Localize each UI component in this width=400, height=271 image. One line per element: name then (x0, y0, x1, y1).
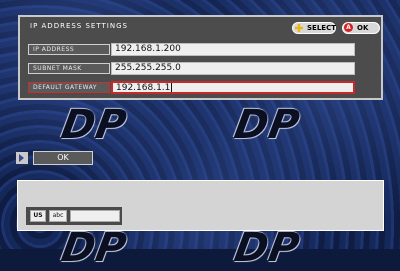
logo-dp-bottom-right: DP (230, 225, 304, 271)
select-hint-button[interactable]: SELECT (292, 22, 336, 34)
logo-dp-left: DP (57, 102, 131, 148)
dpad-icon (295, 24, 303, 32)
ok-hint-label: OK (357, 24, 369, 32)
ip-address-label: IP ADDRESS (28, 44, 110, 55)
ok-button[interactable]: OK (33, 151, 93, 165)
panel-title: IP ADDRESS SETTINGS (30, 22, 128, 30)
ok-button-group: OK (16, 151, 96, 165)
default-gateway-value: 192.168.1.1 (116, 83, 171, 93)
logo-dp-right: DP (230, 102, 304, 148)
ok-hint-button[interactable]: A OK (342, 22, 380, 34)
keyboard-language-button[interactable]: US (30, 210, 46, 222)
ip-address-field[interactable]: 192.168.1.200 (111, 43, 355, 56)
select-hint-label: SELECT (307, 24, 336, 32)
logo-dp-bottom-left: DP (57, 225, 131, 271)
a-button-icon: A (344, 23, 353, 32)
subnet-mask-label: SUBNET MASK (28, 63, 110, 74)
default-gateway-field[interactable]: 192.168.1.1 (111, 81, 355, 94)
ip-settings-panel: IP ADDRESS SETTINGS SELECT A OK IP ADDRE… (18, 15, 383, 100)
arrow-right-icon (16, 152, 28, 164)
text-cursor (171, 83, 173, 92)
keyboard-toolbar: US abc (26, 207, 122, 225)
default-gateway-label: DEFAULT GATEWAY (28, 82, 110, 93)
keyboard-panel: US abc (17, 180, 384, 231)
keyboard-mode-button[interactable]: abc (49, 210, 67, 222)
subnet-mask-field[interactable]: 255.255.255.0 (111, 62, 355, 75)
keyboard-space-button[interactable] (70, 210, 120, 222)
